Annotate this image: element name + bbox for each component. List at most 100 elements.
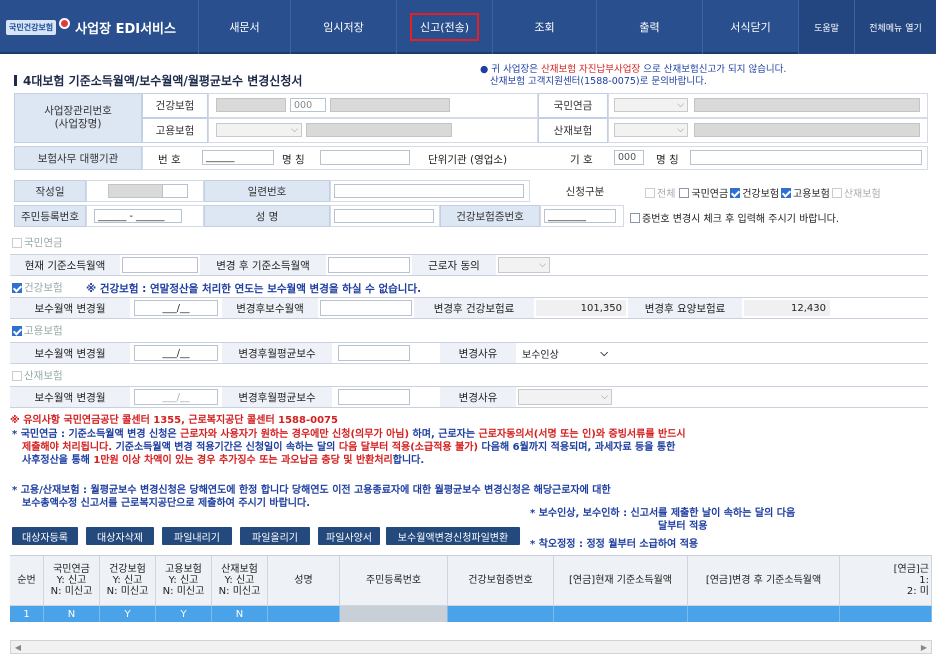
- ind-after-avg-input[interactable]: [338, 389, 410, 405]
- employment-label: 고용보험: [142, 118, 208, 143]
- health-after-premium-label: 변경후 건강보험료: [414, 298, 534, 318]
- scroll-left-icon[interactable]: ◀: [11, 641, 25, 653]
- health-ltc-value: 12,430: [744, 300, 830, 316]
- emp-after-avg-input[interactable]: [338, 345, 410, 361]
- app-name: 사업장 EDI서비스: [75, 21, 176, 37]
- health-name-mask: [330, 98, 450, 112]
- person-name-input[interactable]: [334, 209, 434, 223]
- type-health-checkbox[interactable]: [730, 187, 741, 198]
- agency-label: 보험사무 대행기관: [14, 146, 142, 170]
- type-pension-checkbox[interactable]: [679, 187, 690, 198]
- pension-current-input[interactable]: [122, 257, 198, 273]
- pension-label: 국민연금: [538, 93, 608, 118]
- health-label: 건강보험: [142, 93, 208, 118]
- page-title: 4대보험 기준소득월액/보수월액/월평균보수 변경신청서: [14, 72, 302, 89]
- card-change-checkbox[interactable]: [630, 212, 640, 223]
- menu-inquiry[interactable]: 조회: [492, 0, 596, 54]
- agency-name-label: 명 칭: [282, 154, 305, 166]
- date-input[interactable]: [162, 184, 188, 198]
- employment-notes: * 고용/산재보험 : 월평균보수 변경신청은 당해연도에 한정 합니다 당해연…: [12, 485, 611, 509]
- consent-select[interactable]: ⌵: [498, 257, 550, 273]
- delete-target-button[interactable]: 대상자삭제: [86, 527, 154, 545]
- type-employment-checkbox[interactable]: [781, 187, 792, 198]
- ind-change-month-label: 보수월액 변경월: [10, 387, 130, 407]
- rrn-label: 주민등록번호: [14, 205, 86, 227]
- col-pension-consent[interactable]: [연금]근 1: 2: 미: [840, 556, 932, 605]
- ind-reason-label: 변경사유: [440, 387, 516, 407]
- register-target-button[interactable]: 대상자등록: [12, 527, 78, 545]
- type-options: 전체 국민연금 건강보험 고용보험 산재보험: [645, 185, 881, 200]
- unit-code-input[interactable]: 000: [614, 150, 644, 165]
- col-name[interactable]: 성명: [268, 556, 340, 605]
- type-industrial-checkbox[interactable]: [831, 187, 842, 198]
- menu-close-form[interactable]: 서식닫기: [702, 0, 798, 54]
- pension-section-toggle[interactable]: 국민연금: [12, 235, 63, 250]
- industrial-section-toggle[interactable]: 산재보험: [12, 368, 63, 383]
- col-health-card[interactable]: 건강보험증번호: [448, 556, 554, 605]
- health-warning: ※ 건강보험 : 연말정산을 처리한 연도는 보수월액 변경을 하실 수 없습니…: [86, 283, 422, 295]
- health-card-input[interactable]: ________: [544, 209, 616, 223]
- agency-name-input[interactable]: [320, 150, 410, 165]
- agency-number-input[interactable]: ______: [202, 150, 274, 165]
- col-pension[interactable]: 국민연금 Y: 신고 N: 미신고: [44, 556, 100, 605]
- industrial-name-mask: [694, 123, 920, 137]
- pension-notes: * 국민연금 : 기준소득월액 변경 신청은 근로자와 사용자가 원하는 경우에…: [12, 429, 686, 466]
- col-pension-after[interactable]: [연금]변경 후 기준소득월액: [688, 556, 840, 605]
- serial-input[interactable]: [334, 184, 524, 198]
- type-all-checkbox[interactable]: [645, 187, 655, 198]
- unit-name-input[interactable]: [690, 150, 922, 165]
- download-file-button[interactable]: 파일내리기: [162, 527, 232, 545]
- menu-print[interactable]: 출력: [596, 0, 702, 54]
- all-menu-button[interactable]: 전체메뉴 열기: [854, 0, 936, 54]
- emp-after-avg-label: 변경후월평균보수: [222, 343, 332, 363]
- employment-select[interactable]: ⌵: [216, 123, 302, 137]
- health-change-month-input[interactable]: ___/__: [134, 300, 218, 316]
- menu-temp-save[interactable]: 임시저장: [290, 0, 396, 54]
- employment-name-mask: [306, 123, 452, 137]
- menu-submit[interactable]: 신고(전송): [396, 0, 492, 54]
- file-spec-button[interactable]: 파일사양서: [318, 527, 380, 545]
- notes-heading: ※ 유의사항 국민연금공단 콜센터 1355, 근로복지공단 콜센터 1588-…: [10, 415, 338, 426]
- side-note-correction: * 착오정정 : 정정 월부터 소급하여 적용: [530, 539, 699, 550]
- col-rrn[interactable]: 주민등록번호: [340, 556, 448, 605]
- card-change-note: 증번호 변경시 체크 후 입력해 주시기 바랍니다.: [630, 210, 839, 225]
- upload-file-button[interactable]: 파일올리기: [240, 527, 310, 545]
- type-label: 신청구분: [530, 180, 640, 202]
- app-logo: 국민건강보험 사업장 EDI서비스: [6, 12, 186, 42]
- workplace-no-label: 사업장관리번호 (사업장명): [14, 93, 142, 143]
- agency-number-label: 번 호: [158, 154, 181, 166]
- health-after-wage-input[interactable]: [320, 300, 412, 316]
- horizontal-scrollbar[interactable]: ◀ ▶: [10, 640, 932, 654]
- ind-change-month-input[interactable]: ___/__: [134, 389, 218, 405]
- emp-change-month-input[interactable]: ___/__: [134, 345, 218, 361]
- ind-after-avg-label: 변경후월평균보수: [222, 387, 332, 407]
- industrial-select[interactable]: ⌵: [614, 123, 688, 137]
- help-button[interactable]: 도움말: [798, 0, 854, 54]
- col-pension-current[interactable]: [연금]현재 기준소득월액: [554, 556, 688, 605]
- pension-after-input[interactable]: [328, 257, 410, 273]
- health-section-toggle[interactable]: 건강보험: [12, 280, 63, 295]
- pension-after-label: 변경 후 기준소득월액: [200, 255, 326, 275]
- convert-file-button[interactable]: 보수월액변경신청파일변환: [386, 527, 520, 545]
- col-seq[interactable]: 순번: [10, 556, 44, 605]
- date-mask: [108, 184, 164, 198]
- scroll-right-icon[interactable]: ▶: [917, 641, 931, 653]
- health-code-mask: [216, 98, 286, 112]
- health-code-input[interactable]: 000: [290, 98, 326, 112]
- menu-new-document[interactable]: 새문서: [198, 0, 290, 54]
- emp-reason-select[interactable]: 보수인상 ⌵: [518, 345, 612, 361]
- col-health[interactable]: 건강보험 Y: 신고 N: 미신고: [100, 556, 156, 605]
- col-industrial[interactable]: 산재보험 Y: 신고 N: 미신고: [212, 556, 268, 605]
- industrial-label: 산재보험: [538, 118, 608, 143]
- ind-reason-select[interactable]: ⌵: [518, 389, 612, 405]
- pension-select[interactable]: ⌵: [614, 98, 688, 112]
- consent-label: 근로자 동의: [412, 255, 496, 275]
- notice-text: ● 귀 사업장은 산재보험 자진납부사업장 으로 산재보험신고가 되지 않습니다…: [480, 64, 787, 87]
- rrn-input[interactable]: ______ - ______: [94, 209, 182, 223]
- person-name-label: 성 명: [204, 205, 330, 227]
- unit-code-label: 기 호: [570, 154, 593, 166]
- col-employment[interactable]: 고용보험 Y: 신고 N: 미신고: [156, 556, 212, 605]
- pension-name-mask: [694, 98, 920, 112]
- employment-section-toggle[interactable]: 고용보험: [12, 323, 63, 338]
- table-row[interactable]: 1 N Y Y N: [10, 606, 932, 622]
